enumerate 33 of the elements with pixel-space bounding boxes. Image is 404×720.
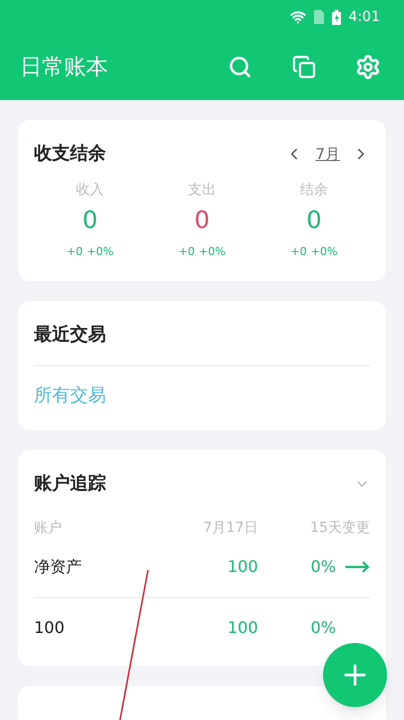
card-title: 收支结余	[34, 142, 107, 166]
stat-change: +0	[178, 244, 195, 260]
column-header: 15天变更	[309, 518, 370, 538]
stat-label: 结余	[300, 181, 328, 200]
stat-percent: +0%	[198, 244, 226, 260]
stat-change: +0	[290, 244, 307, 260]
copy-icon[interactable]	[292, 55, 316, 79]
battery-icon	[332, 10, 341, 24]
stat-percent: +0%	[86, 244, 114, 260]
stat-value: 0	[194, 205, 210, 236]
stat-change: +0	[66, 244, 83, 260]
settings-icon[interactable]	[355, 54, 381, 80]
account-change: 0%	[310, 616, 336, 638]
sim-icon	[314, 10, 324, 24]
app-title: 日常账本	[20, 54, 109, 82]
stat-value: 0	[306, 205, 322, 236]
card-title: 最近交易	[34, 320, 370, 366]
account-change: 0%	[310, 556, 336, 578]
account-name: 净资产	[34, 556, 83, 578]
column-header: 账户	[34, 518, 63, 538]
wifi-icon	[290, 9, 306, 25]
month-link[interactable]: 7月	[315, 142, 340, 166]
stat-value: 0	[82, 205, 98, 236]
stat-percent: +0%	[310, 244, 338, 260]
stat-label: 支出	[188, 181, 216, 200]
search-icon[interactable]	[228, 55, 252, 79]
account-value: 100	[226, 616, 258, 638]
account-name: 100	[34, 616, 66, 638]
clock: 4:01	[348, 8, 380, 27]
stat-label: 收入	[76, 181, 104, 200]
account-value: 100	[226, 556, 258, 578]
card-title: 账户追踪	[34, 472, 107, 496]
column-header: 7月17日	[202, 518, 258, 538]
